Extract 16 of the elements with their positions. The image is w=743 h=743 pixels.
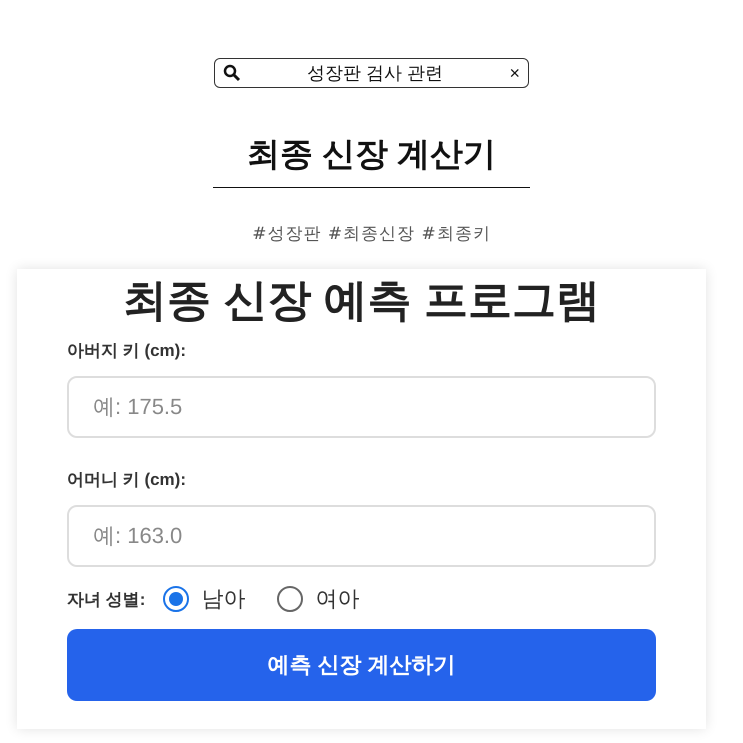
gender-label: 자녀 성별:	[67, 588, 146, 610]
gender-option[interactable]: 남아	[163, 584, 246, 614]
calculate-button[interactable]: 예측 신장 계산하기	[67, 629, 656, 701]
radio-button[interactable]	[277, 586, 304, 612]
field-label: 아버지 키 (cm):	[67, 340, 187, 362]
hashtags: #성장판 #최종신장 #최종키	[252, 223, 491, 245]
page-title: 최종 신장 계산기	[213, 132, 530, 188]
clear-button[interactable]: ×	[509, 62, 520, 84]
search-icon	[223, 64, 241, 82]
form-heading: 최종 신장 예측 프로그램	[122, 275, 601, 327]
search-field[interactable]: 성장판 검사 관련 ×	[214, 58, 529, 88]
radio-button[interactable]	[163, 586, 190, 612]
height-input[interactable]: 예: 175.5	[67, 376, 656, 438]
gender-option[interactable]: 여아	[277, 584, 360, 614]
field-label: 어머니 키 (cm):	[67, 469, 187, 491]
height-input[interactable]: 예: 163.0	[67, 505, 656, 567]
